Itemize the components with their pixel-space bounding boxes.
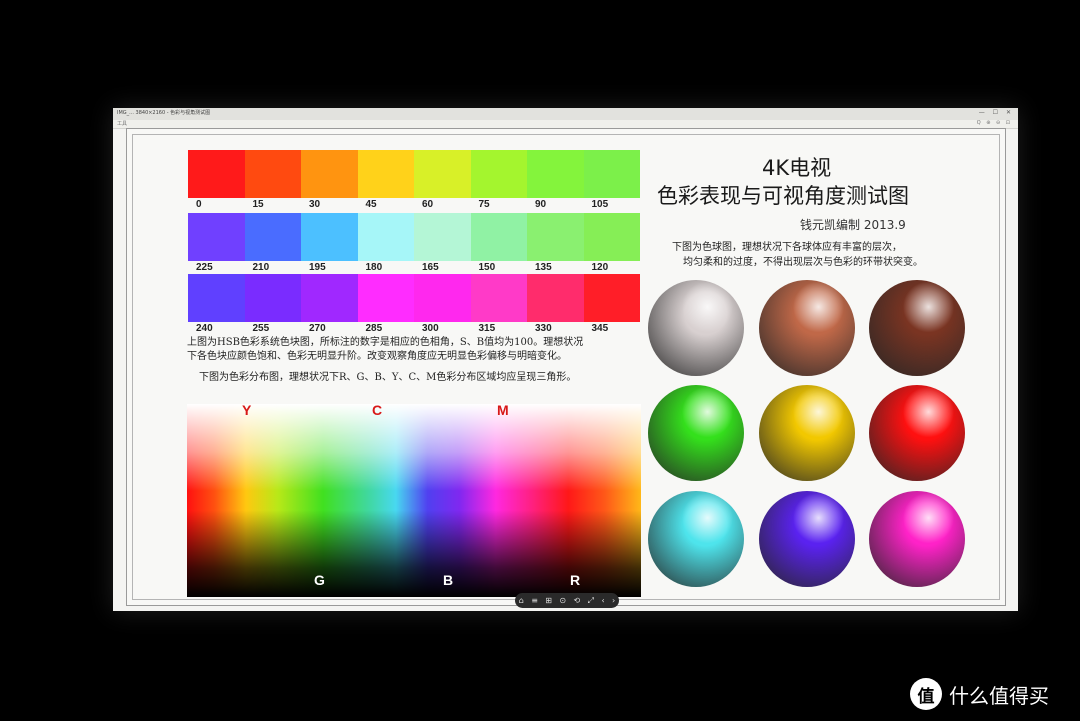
- hue-swatch: [188, 274, 245, 322]
- hue-angle-label: 315: [478, 323, 496, 334]
- hue-angle-label: 105: [591, 199, 609, 210]
- gamut-label-green: G: [314, 572, 325, 588]
- sphere-magenta: [869, 491, 965, 587]
- projected-screen: IMG_... 3840×2160 - 色彩与视角测试图 — ☐ ✕ 工具 Q …: [113, 108, 1018, 611]
- hue-swatch: [470, 213, 527, 261]
- hue-swatch: [527, 213, 584, 261]
- sphere-cyan: [648, 491, 744, 587]
- hue-bar-row-3: [188, 274, 640, 322]
- hue-swatch: [470, 150, 527, 198]
- hue-swatch: [244, 274, 301, 322]
- gamut-label-yellow: Y: [242, 404, 252, 418]
- hue-angle-label: 300: [422, 323, 439, 334]
- watermark-logo: 值: [910, 678, 942, 710]
- hue-swatch: [527, 150, 584, 198]
- hue-angle-label: 60: [422, 199, 434, 210]
- viewer-control-1-icon[interactable]: ≡: [531, 596, 538, 605]
- hue-swatch: [583, 213, 640, 261]
- hue-swatch: [583, 150, 640, 198]
- viewer-control-4-icon[interactable]: ⟲: [574, 596, 581, 605]
- hue-swatch: [357, 213, 414, 261]
- color-gamut-image: Y C M G B R: [187, 404, 641, 597]
- sphere-description-line-1: 下图为色球图，理想状况下各球体应有丰富的层次，: [672, 242, 902, 253]
- hue-swatch: [357, 150, 414, 198]
- viewer-control-6-icon[interactable]: ‹: [601, 596, 604, 605]
- hue-angle-label: 0: [196, 199, 202, 210]
- hue-labels-row-3: 240 255 270 285 300 315 330 345: [188, 323, 640, 337]
- toolbar-menu[interactable]: 工具: [117, 120, 127, 127]
- hue-description-line-2: 下各色块应颜色饱和、色彩无明显升阶。改变观察角度应无明显色彩偏移与明暗变化。: [187, 351, 567, 362]
- gamut-label-cyan: C: [372, 404, 383, 418]
- gamut-label-red: R: [570, 572, 581, 588]
- hue-angle-label: 30: [309, 199, 321, 210]
- chart-title-line-2: 色彩表现与可视角度测试图: [657, 184, 909, 208]
- toolbar-actions[interactable]: Q ⊕ ⊖ ⊡: [977, 120, 1012, 126]
- sphere-skin-dark: [869, 280, 965, 376]
- window-title: IMG_... 3840×2160 - 色彩与视角测试图: [117, 110, 211, 116]
- viewer-control-bar[interactable]: ⌂ ≡ ⊞ ⊙ ⟲ ⤢ ‹ ›: [515, 593, 619, 608]
- hue-swatch: [244, 213, 301, 261]
- sphere-white: [648, 280, 744, 376]
- sphere-description-line-2: 均匀柔和的过度，不得出现层次与色彩的环带状突变。: [683, 257, 923, 268]
- hue-angle-label: 45: [365, 199, 377, 210]
- hue-angle-label: 15: [252, 199, 264, 210]
- viewer-control-5-icon[interactable]: ⤢: [588, 596, 594, 606]
- hue-angle-label: 90: [535, 199, 547, 210]
- hue-swatch: [301, 150, 358, 198]
- sphere-red: [869, 385, 965, 481]
- hue-swatch: [583, 274, 640, 322]
- hue-angle-label: 270: [309, 323, 326, 334]
- watermark-text: 什么值得买: [949, 683, 1049, 708]
- hue-swatch: [301, 213, 358, 261]
- sphere-blue: [759, 491, 855, 587]
- hue-description-line-1: 上图为HSB色彩系统色块图，所标注的数字是相应的色相角，S、B值均为100。理想…: [187, 337, 584, 348]
- viewer-control-0-icon[interactable]: ⌂: [519, 596, 524, 605]
- hue-swatch: [414, 150, 471, 198]
- hue-swatch: [414, 213, 471, 261]
- site-watermark: 值 什么值得买: [910, 677, 1049, 711]
- gamut-graphic: [187, 404, 641, 597]
- hue-swatch: [188, 150, 245, 198]
- chart-title-line-1: 4K电视: [762, 156, 832, 180]
- sphere-yellow: [759, 385, 855, 481]
- hue-swatch: [470, 274, 527, 322]
- window-controls[interactable]: — ☐ ✕: [979, 109, 1014, 116]
- viewer-control-3-icon[interactable]: ⊙: [559, 596, 566, 605]
- hue-swatch: [414, 274, 471, 322]
- hue-swatch: [188, 213, 245, 261]
- sphere-skin-light: [759, 280, 855, 376]
- hue-swatch: [357, 274, 414, 322]
- hue-labels-row-1: 0 15 30 45 60 75 90 105: [188, 199, 640, 213]
- viewer-control-2-icon[interactable]: ⊞: [545, 596, 552, 605]
- hue-angle-label: 240: [196, 323, 213, 334]
- hue-angle-label: 75: [478, 199, 490, 210]
- gamut-label-magenta: M: [497, 404, 509, 418]
- hue-angle-label: 255: [252, 323, 270, 334]
- hue-bar-row-1: [188, 150, 640, 198]
- gamut-label-blue: B: [443, 572, 454, 588]
- hue-bar-row-2: [188, 213, 640, 261]
- gamut-description: 下图为色彩分布图，理想状况下R、G、B、Y、C、M色彩分布区域均应呈现三角形。: [199, 372, 577, 383]
- hue-angle-label: 330: [535, 323, 552, 334]
- hue-angle-label: 285: [365, 323, 383, 334]
- viewer-control-7-icon[interactable]: ›: [612, 596, 615, 605]
- hue-angle-label: 345: [591, 323, 609, 334]
- test-chart: 0 15 30 45 60 75 90 105 225 210 195 180 165 150 135 12…: [126, 128, 1006, 606]
- hue-swatch: [527, 274, 584, 322]
- hue-swatch: [301, 274, 358, 322]
- sphere-green: [648, 385, 744, 481]
- hue-swatch: [244, 150, 301, 198]
- chart-author: 钱元凯编制 2013.9: [800, 218, 906, 232]
